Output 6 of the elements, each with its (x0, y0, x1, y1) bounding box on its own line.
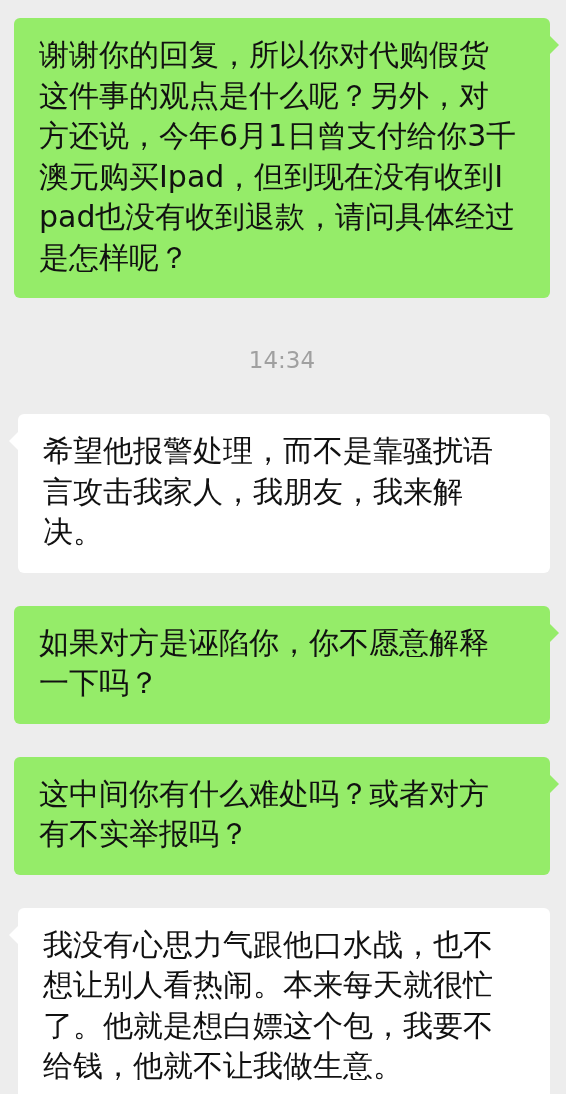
message-text: 这中间你有什么难处吗？或者对方有不实举报吗？ (39, 775, 489, 851)
message-text: 我没有心思力气跟他口水战，也不想让别人看热闹。本来每天就很忙了。他就是想白嫖这个包，我要不给钱，他就不让我做生意。 (43, 926, 493, 1083)
timestamp: 14:34 (248, 347, 316, 373)
message-text: 希望他报警处理，而不是靠骚扰语言攻击我家人，我朋友，我来解决。 (43, 433, 493, 549)
message-text: 如果对方是诬陷你，你不愿意解释一下吗？ (39, 624, 489, 700)
message-text: 谢谢你的回复，所以你对代购假货这件事的观点是什么呢？另外，对方还说，今年6月1日曾支付给你3千澳元购买Ipad，但到现在没有收到Ipad也没有收到退款，请问具体经过是怎样呢？ (39, 37, 517, 275)
